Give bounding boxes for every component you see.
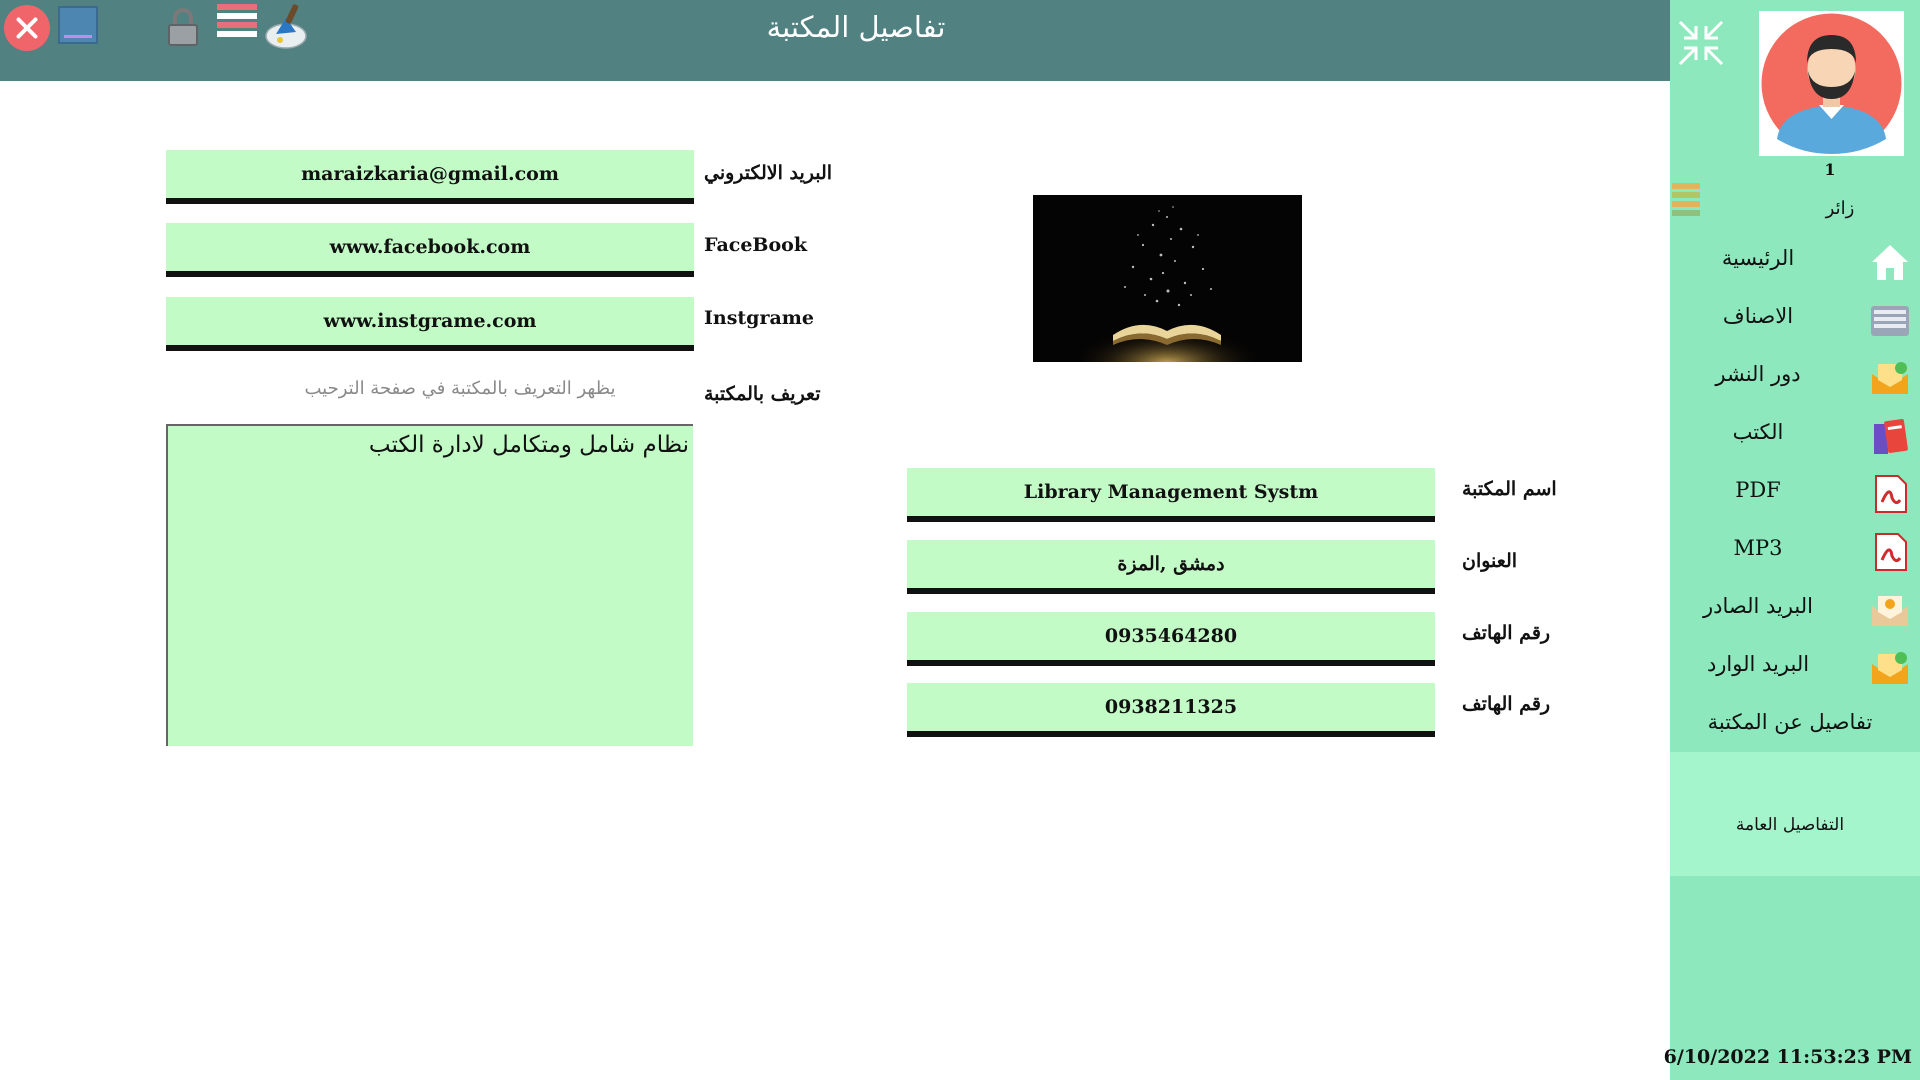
outbox-icon: [1868, 588, 1912, 632]
instagram-label: Instgrame: [704, 307, 814, 329]
general-details-label: التفاصيل العامة: [1735, 815, 1845, 835]
datetime-status: 6/10/2022 11:53:23 PM: [1663, 1046, 1912, 1068]
nav-item-mp3[interactable]: MP3: [1670, 526, 1920, 576]
nav-item-pdf[interactable]: PDF: [1670, 468, 1920, 518]
phone1-label: رقم الهاتف: [1462, 622, 1551, 644]
nav-item-label: الاصناف: [1722, 304, 1794, 328]
phone2-field[interactable]: 0938211325: [907, 683, 1435, 737]
home-icon: [1868, 240, 1912, 284]
facebook-label: FaceBook: [704, 234, 807, 256]
color-stripes-icon: [1672, 183, 1700, 221]
description-textarea[interactable]: نظام شامل ومتكامل لادارة الكتب: [166, 424, 693, 746]
collapse-icon[interactable]: [1676, 18, 1726, 68]
instagram-field[interactable]: www.instgrame.com: [166, 297, 694, 351]
nav-item-outbox[interactable]: البريد الصادر: [1670, 584, 1920, 634]
nav-item-label: دور النشر: [1715, 362, 1801, 386]
phone2-label: رقم الهاتف: [1462, 693, 1551, 715]
inbox-icon: [1868, 646, 1912, 690]
categories-icon: [1868, 298, 1912, 342]
nav-item-home[interactable]: الرئيسية: [1670, 236, 1920, 286]
nav-item-label: MP3: [1733, 536, 1783, 560]
nav-item-label: تفاصيل عن المكتبة: [1707, 710, 1873, 734]
phone1-field[interactable]: 0935464280: [907, 612, 1435, 666]
nav-item-label: البريد الصادر: [1702, 594, 1814, 618]
facebook-field[interactable]: www.facebook.com: [166, 223, 694, 277]
library-name-value: Library Management Systm: [1023, 481, 1319, 503]
lock-icon[interactable]: [164, 6, 204, 48]
nav-item-library-details[interactable]: تفاصيل عن المكتبة: [1670, 700, 1920, 750]
general-details-panel: [1670, 752, 1920, 876]
title-bar: تفاصيل المكتبة: [0, 0, 1670, 81]
email-label: البريد الالكتروني: [704, 162, 833, 184]
nav-item-inbox[interactable]: البريد الوارد: [1670, 642, 1920, 692]
nav-item-label: PDF: [1735, 478, 1781, 502]
minimize-icon[interactable]: [58, 6, 98, 44]
description-label: تعريف بالمكتبة: [704, 383, 821, 405]
avatar[interactable]: [1759, 11, 1904, 156]
phone2-value: 0938211325: [1104, 696, 1238, 718]
description-hint: يظهر التعريف بالمكتبة في صفحة الترحيب: [304, 378, 616, 399]
user-number: 1: [1824, 160, 1836, 179]
email-value: maraizkaria@gmail.com: [301, 163, 559, 185]
address-field[interactable]: دمشق ,المزة: [907, 540, 1435, 594]
library-name-label: اسم المكتبة: [1462, 478, 1557, 500]
library-image: [1033, 195, 1302, 362]
flag-icon[interactable]: [217, 4, 257, 44]
nav-item-publishers[interactable]: دور النشر: [1670, 352, 1920, 402]
publishers-icon: [1868, 356, 1912, 400]
address-label: العنوان: [1462, 550, 1518, 572]
nav-item-categories[interactable]: الاصناف: [1670, 294, 1920, 344]
phone1-value: 0935464280: [1104, 625, 1238, 647]
address-value: دمشق ,المزة: [1117, 553, 1225, 575]
app-window: تفاصيل المكتبة maraizkaria@gmail.com الب…: [0, 0, 1920, 1080]
pdf-icon: [1868, 472, 1912, 516]
user-role: زائر: [1825, 198, 1855, 219]
nav-item-label: الرئيسية: [1721, 246, 1795, 270]
books-icon: [1868, 414, 1912, 458]
nav-item-label: الكتب: [1732, 420, 1784, 444]
email-field[interactable]: maraizkaria@gmail.com: [166, 150, 694, 204]
nav-item-books[interactable]: الكتب: [1670, 410, 1920, 460]
close-icon[interactable]: [4, 5, 50, 51]
facebook-value: www.facebook.com: [329, 236, 531, 258]
nav-item-label: البريد الوارد: [1706, 652, 1810, 676]
instagram-value: www.instgrame.com: [323, 310, 537, 332]
sidebar: 1 زائر الرئيسية الاصناف دور النشر الكتب …: [1664, 0, 1920, 1080]
mp3-icon: [1868, 530, 1912, 574]
paint-icon[interactable]: [262, 2, 312, 52]
library-name-field[interactable]: Library Management Systm: [907, 468, 1435, 522]
description-value: نظام شامل ومتكامل لادارة الكتب: [368, 432, 689, 458]
